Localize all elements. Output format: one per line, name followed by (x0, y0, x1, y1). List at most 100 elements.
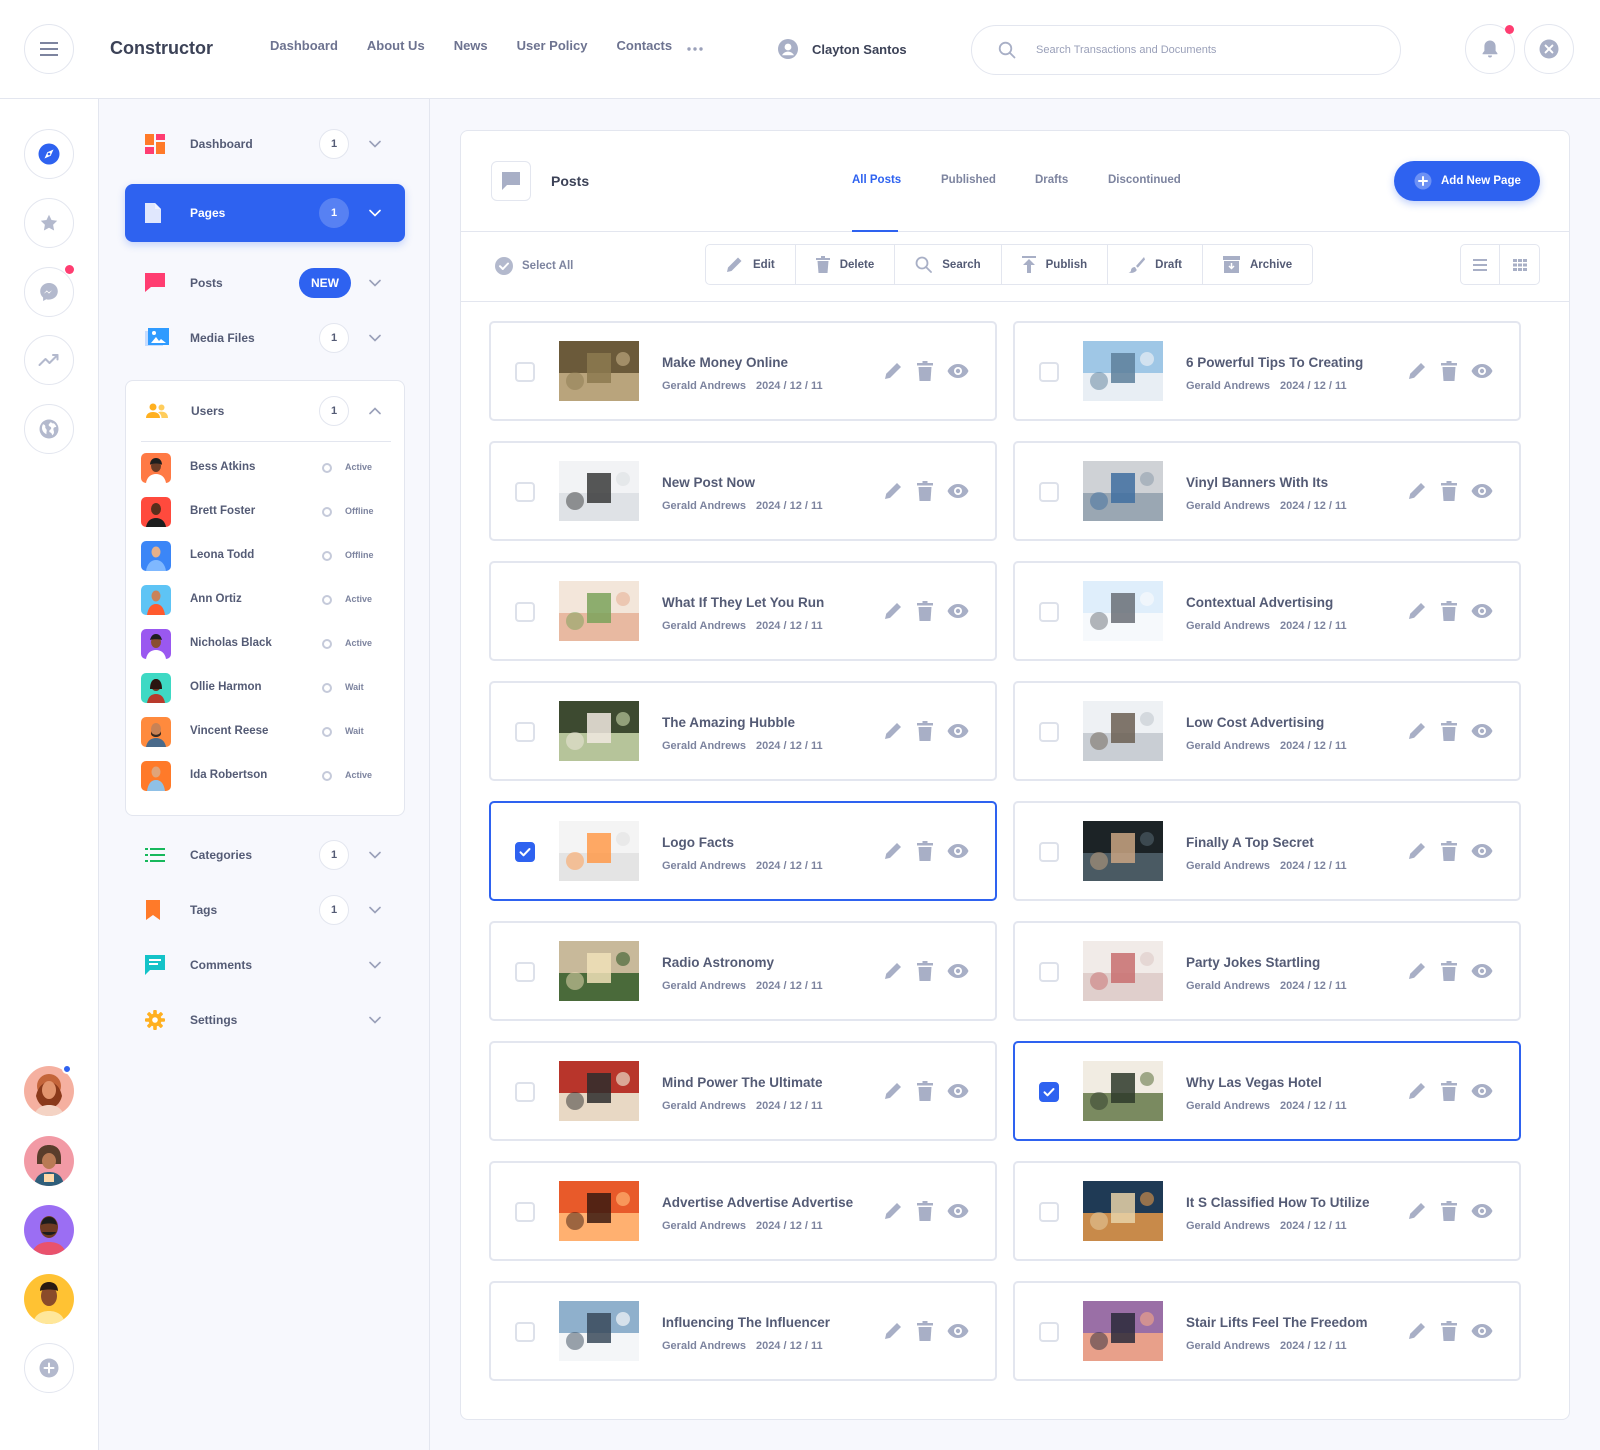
post-title[interactable]: What If They Let You Run (662, 595, 824, 610)
post-card[interactable]: Low Cost Advertising Gerald Andrews 2024 /… (1013, 681, 1521, 781)
delete-post-button[interactable] (1441, 961, 1457, 981)
post-title[interactable]: Party Jokes Startling (1186, 955, 1320, 970)
post-title[interactable]: Radio Astronomy (662, 955, 774, 970)
grid-view-button[interactable] (1500, 245, 1539, 284)
post-title[interactable]: Influencing The Influencer (662, 1315, 830, 1330)
sidebar-item-pages[interactable]: Pages 1 (125, 184, 405, 242)
post-checkbox[interactable] (1039, 482, 1059, 502)
view-post-button[interactable] (1471, 723, 1493, 739)
edit-post-button[interactable] (1407, 1201, 1427, 1221)
post-title[interactable]: 6 Powerful Tips To Creating (1186, 355, 1363, 370)
edit-post-button[interactable] (883, 361, 903, 381)
post-card[interactable]: It S Classified How To Utilize Gerald And… (1013, 1161, 1521, 1261)
post-checkbox[interactable] (515, 722, 535, 742)
rail-messenger-button[interactable] (24, 267, 74, 317)
chevron-down-icon[interactable] (369, 209, 381, 217)
search-box[interactable] (971, 25, 1401, 75)
edit-post-button[interactable] (1407, 721, 1427, 741)
delete-post-button[interactable] (1441, 1201, 1457, 1221)
edit-post-button[interactable] (883, 1321, 903, 1341)
tab-drafts[interactable]: Drafts (1035, 174, 1068, 186)
edit-post-button[interactable] (883, 601, 903, 621)
delete-post-button[interactable] (917, 361, 933, 381)
delete-post-button[interactable] (1441, 1081, 1457, 1101)
edit-post-button[interactable] (1407, 361, 1427, 381)
delete-post-button[interactable] (917, 961, 933, 981)
post-checkbox[interactable] (1039, 1202, 1059, 1222)
edit-post-button[interactable] (883, 1081, 903, 1101)
nav-dashboard[interactable]: Dashboard (270, 38, 338, 53)
rail-favorites-button[interactable] (24, 198, 74, 248)
sidebar-item-dashboard[interactable]: Dashboard 1 (125, 115, 405, 173)
view-post-button[interactable] (1471, 1083, 1493, 1099)
edit-post-button[interactable] (883, 1201, 903, 1221)
view-post-button[interactable] (947, 363, 969, 379)
post-title[interactable]: Mind Power The Ultimate (662, 1075, 823, 1090)
delete-post-button[interactable] (1441, 361, 1457, 381)
post-checkbox[interactable] (1039, 602, 1059, 622)
post-checkbox[interactable] (515, 1202, 535, 1222)
tab-discontinued[interactable]: Discontinued (1108, 174, 1181, 186)
post-card[interactable]: Contextual Advertising Gerald Andrews 2024… (1013, 561, 1521, 661)
search-input[interactable] (1036, 44, 1336, 56)
rail-avatar-3[interactable] (24, 1205, 74, 1255)
post-checkbox[interactable] (1039, 722, 1059, 742)
post-card[interactable]: Mind Power The Ultimate Gerald Andrews 202… (489, 1041, 997, 1141)
user-row[interactable]: Nicholas Black Active (141, 627, 391, 661)
rail-avatar-4[interactable] (24, 1274, 74, 1324)
post-checkbox[interactable] (1039, 1322, 1059, 1342)
delete-post-button[interactable] (1441, 1321, 1457, 1341)
edit-post-button[interactable] (883, 961, 903, 981)
menu-button[interactable] (24, 24, 74, 74)
user-row[interactable]: Ann Ortiz Active (141, 583, 391, 617)
view-post-button[interactable] (947, 603, 969, 619)
post-checkbox[interactable] (515, 842, 535, 862)
chevron-up-icon[interactable] (369, 407, 381, 415)
tab-all-posts[interactable]: All Posts (852, 174, 901, 186)
delete-post-button[interactable] (1441, 841, 1457, 861)
search-button[interactable]: Search (895, 245, 1002, 284)
post-title[interactable]: Low Cost Advertising (1186, 715, 1324, 730)
sidebar-item-media-files[interactable]: Media Files 1 (125, 309, 405, 367)
user-row[interactable]: Ida Robertson Active (141, 759, 391, 793)
post-card[interactable]: Why Las Vegas Hotel Gerald Andrews 2024 / … (1013, 1041, 1521, 1141)
user-row[interactable]: Bess Atkins Active (141, 451, 391, 485)
post-card[interactable]: The Amazing Hubble Gerald Andrews 2024 / 1… (489, 681, 997, 781)
sidebar-item-settings[interactable]: Settings (125, 991, 405, 1049)
post-title[interactable]: It S Classified How To Utilize (1186, 1195, 1370, 1210)
post-checkbox[interactable] (1039, 842, 1059, 862)
publish-button[interactable]: Publish (1002, 245, 1109, 284)
post-checkbox[interactable] (1039, 362, 1059, 382)
view-post-button[interactable] (947, 1083, 969, 1099)
sidebar-item-tags[interactable]: Tags 1 (125, 881, 405, 939)
post-card[interactable]: Finally A Top Secret Gerald Andrews 2024 /… (1013, 801, 1521, 901)
add-new-page-button[interactable]: Add New Page (1394, 161, 1540, 201)
post-checkbox[interactable] (515, 962, 535, 982)
delete-post-button[interactable] (917, 1201, 933, 1221)
sidebar-item-posts[interactable]: Posts NEW (125, 254, 405, 312)
chevron-down-icon[interactable] (369, 140, 381, 148)
edit-post-button[interactable] (1407, 601, 1427, 621)
edit-post-button[interactable] (883, 841, 903, 861)
delete-post-button[interactable] (917, 601, 933, 621)
post-card[interactable]: 6 Powerful Tips To Creating Gerald Andrew… (1013, 321, 1521, 421)
view-post-button[interactable] (947, 963, 969, 979)
view-post-button[interactable] (947, 843, 969, 859)
view-post-button[interactable] (1471, 603, 1493, 619)
delete-post-button[interactable] (917, 721, 933, 741)
post-card[interactable]: Make Money Online Gerald Andrews 2024 / 12… (489, 321, 997, 421)
sidebar-item-users[interactable]: Users 1 (126, 381, 406, 441)
post-card[interactable]: Party Jokes Startling Gerald Andrews 2024 … (1013, 921, 1521, 1021)
chevron-down-icon[interactable] (369, 279, 381, 287)
post-checkbox[interactable] (1039, 962, 1059, 982)
chevron-down-icon[interactable] (369, 1016, 381, 1024)
user-menu[interactable]: Clayton Santos (778, 39, 907, 59)
edit-post-button[interactable] (1407, 841, 1427, 861)
edit-post-button[interactable] (883, 481, 903, 501)
rail-stats-button[interactable] (24, 335, 74, 385)
post-title[interactable]: Make Money Online (662, 355, 788, 370)
post-card[interactable]: Logo Facts Gerald Andrews 2024 / 12 / 11 (489, 801, 997, 901)
post-checkbox[interactable] (515, 482, 535, 502)
nav-about-us[interactable]: About Us (367, 38, 425, 53)
post-checkbox[interactable] (515, 362, 535, 382)
